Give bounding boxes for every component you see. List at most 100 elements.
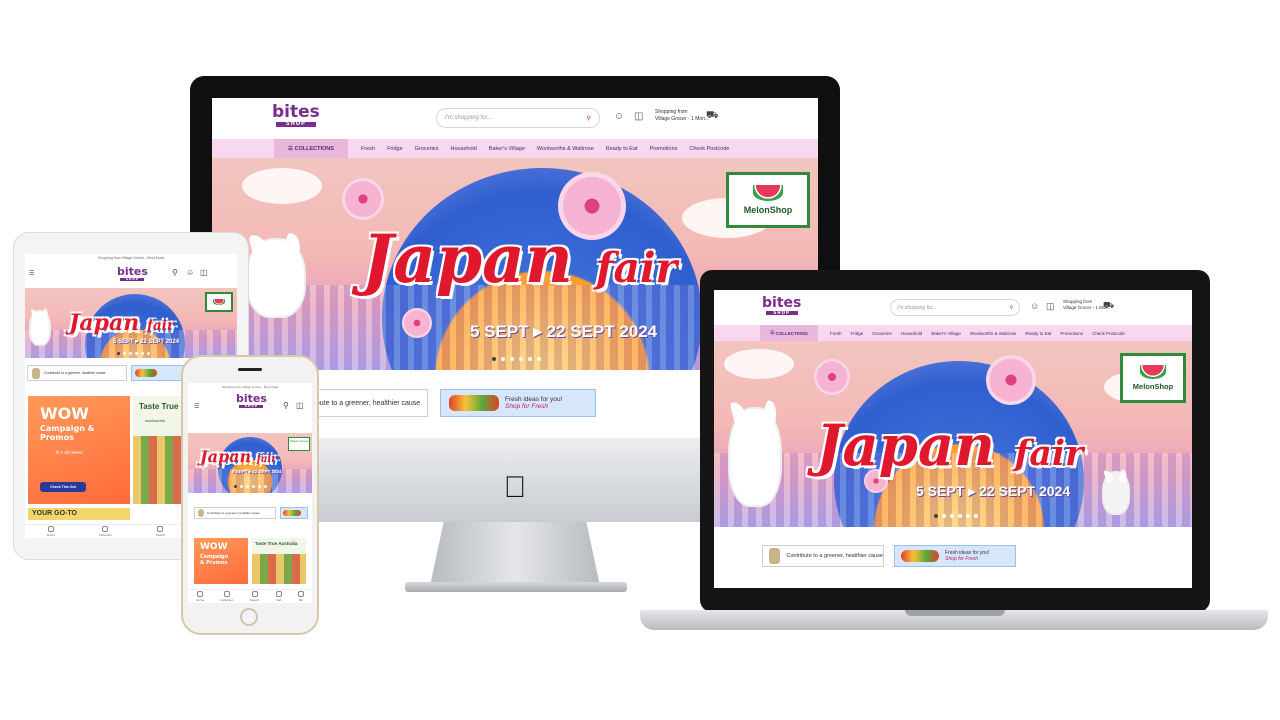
shop-for-fresh-link[interactable]: Shop for Fresh <box>505 403 562 410</box>
tab-search[interactable]: Search <box>250 591 259 602</box>
search-icon[interactable]: ⚲ <box>587 115 591 122</box>
menu-icon[interactable]: ☰ <box>194 403 199 410</box>
green-cause-banner[interactable]: Contribute to a greener, healthier cause <box>194 507 276 519</box>
search-input[interactable]: I'm shopping for... ⚲ <box>890 299 1020 316</box>
nav-item-bakers-village[interactable]: Baker's Village <box>931 331 961 336</box>
nav-item-fresh[interactable]: Fresh <box>830 331 842 336</box>
search-icon <box>251 591 258 597</box>
store-notice-bar: Shopping from Village Grocer - Mont Kiar… <box>221 385 279 389</box>
collections-button[interactable]: ☰ COLLECTIONS <box>760 325 818 341</box>
search-icon[interactable]: ⚲ <box>283 401 289 410</box>
site-header: bites SHOP I'm shopping for... ⚲ ☺ ◫ Sho… <box>212 98 818 138</box>
lucky-cat-graphic <box>246 238 306 318</box>
tab-cart[interactable]: Cart <box>275 591 282 602</box>
nav-item-promotions[interactable]: Promotions <box>1060 331 1083 336</box>
nav-item-bakers-village[interactable]: Baker's Village <box>489 146 525 152</box>
taste-true-card[interactable]: Taste True Australia <box>252 538 306 584</box>
nav-item-household[interactable]: Household <box>901 331 923 336</box>
iphone-speaker <box>238 368 262 371</box>
user-icon[interactable]: ☺ <box>186 268 194 277</box>
nav-item-check-postcode[interactable]: Check Postcode <box>689 146 729 152</box>
tab-search[interactable]: Search <box>155 526 166 537</box>
nav-item-woolworths-waitrose[interactable]: Woolworths & Waitrose <box>537 146 594 152</box>
cart-icon[interactable]: ◫ <box>296 401 304 410</box>
site-logo[interactable]: bites SHOP <box>117 266 148 281</box>
site-logo[interactable]: bites SHOP <box>762 296 801 315</box>
cause-thumbnail <box>769 548 781 564</box>
check-this-out-button[interactable]: Check This Out <box>40 482 86 492</box>
tab-label: Collection <box>98 533 112 537</box>
green-cause-banner[interactable]: Contribute to a greener, healthier cause <box>762 545 884 567</box>
hero-banner[interactable]: Japan fair 5 SEPT ▸ 22 SEPT 2024 <box>25 288 237 358</box>
store-selector[interactable]: Shopping from Village Grocer - 1 Mon... <box>655 109 709 123</box>
campaign-promos-card[interactable]: WOW Campaign & Promos It's all here! Che… <box>28 396 130 504</box>
banner-title: Japan fair <box>200 447 276 466</box>
collections-button[interactable]: ☰ COLLECTIONS <box>274 139 348 158</box>
carousel-dots[interactable] <box>117 352 150 355</box>
fresh-ideas-title: Fresh ideas for you! <box>505 396 563 403</box>
search-icon[interactable]: ⚲ <box>1009 305 1013 311</box>
vegetables-image <box>449 395 499 411</box>
site-logo[interactable]: bites SHOP <box>272 104 320 127</box>
home-icon <box>197 591 204 597</box>
melonshop-badge[interactable]: MelonShop <box>726 172 810 228</box>
nav-item-household[interactable]: Household <box>451 146 477 152</box>
vegetables-image <box>901 550 939 562</box>
nav-item-fridge[interactable]: Fridge <box>387 146 403 152</box>
logo-text: bites <box>272 102 320 122</box>
fresh-ideas-banner[interactable] <box>280 507 308 519</box>
user-icon[interactable]: ☺ <box>1030 301 1039 311</box>
banner-title-japan: Japan <box>200 447 252 466</box>
delivery-truck-icon[interactable]: ⛟ <box>1103 300 1114 312</box>
fresh-ideas-banner[interactable]: Fresh ideas for you! Shop for Fresh <box>440 389 596 417</box>
carousel-dots[interactable] <box>234 485 267 488</box>
melonshop-badge[interactable] <box>205 292 233 312</box>
shopping-from-label: Shopping from <box>1063 299 1093 304</box>
nav-item-fresh[interactable]: Fresh <box>361 146 375 152</box>
shop-for-fresh-link[interactable]: Shop for Fresh <box>945 556 989 562</box>
iphone-home-button[interactable] <box>240 608 258 626</box>
lucky-cat-graphic <box>728 407 782 507</box>
cart-icon[interactable]: ◫ <box>1046 301 1055 312</box>
your-goto-card[interactable]: YOUR GO-TO <box>28 508 130 520</box>
site-header: bites SHOP I'm shopping for... ⚲ ☺ ◫ Sho… <box>714 290 1192 324</box>
tab-home[interactable]: Home <box>47 526 55 537</box>
tab-label: Search <box>155 533 166 537</box>
nav-item-fridge[interactable]: Fridge <box>851 331 864 336</box>
nav-item-groceries[interactable]: Groceries <box>872 331 892 336</box>
nav-item-check-postcode[interactable]: Check Postcode <box>1092 331 1125 336</box>
melonshop-label: MelonShop <box>1132 382 1174 391</box>
hero-banner[interactable]: Japan fair 5 SEPT ▸ 22 SEPT 2024 Village… <box>188 433 312 493</box>
tab-home[interactable]: Home <box>196 591 204 602</box>
wow-text: WOW <box>40 404 89 423</box>
fresh-ideas-banner[interactable]: Fresh ideas for you! Shop for Fresh <box>894 545 1016 567</box>
tab-me[interactable]: Me <box>297 591 304 602</box>
nav-item-ready-to-eat[interactable]: Ready to Eat <box>1025 331 1051 336</box>
search-icon[interactable]: ⚲ <box>172 268 178 277</box>
search-input[interactable]: I'm shopping for... ⚲ <box>436 108 600 128</box>
tab-label: Home <box>196 598 205 602</box>
cart-icon[interactable]: ◫ <box>634 111 643 122</box>
delivery-truck-icon[interactable]: ⛟ <box>706 110 719 123</box>
campaign-promos-card[interactable]: WOW Campaign & Promos <box>194 538 248 584</box>
nav-item-woolworths-waitrose[interactable]: Woolworths & Waitrose <box>970 331 1017 336</box>
carousel-dots[interactable] <box>492 357 541 361</box>
user-icon[interactable]: ☺ <box>614 111 624 122</box>
melonshop-badge[interactable]: MelonShop <box>1120 353 1186 403</box>
store-name: Village Grocer - 1 Mon... <box>655 116 710 122</box>
hero-banner[interactable]: Japan fair 5 SEPT ▸ 22 SEPT 2024 MelonSh… <box>714 341 1192 527</box>
tab-collection[interactable]: Collection <box>220 591 234 602</box>
store-notice-bar: Shopping from Village Grocer - Mont Kiar… <box>98 256 164 260</box>
menu-icon[interactable]: ☰ <box>29 270 34 277</box>
nav-item-groceries[interactable]: Groceries <box>415 146 439 152</box>
partner-badge[interactable]: Village Grocer <box>288 437 310 451</box>
cart-icon[interactable]: ◫ <box>200 268 208 277</box>
green-cause-banner[interactable]: Contribute to a greener, healthier cause <box>27 365 127 381</box>
green-cause-text: Contribute to a greener, healthier cause <box>786 553 883 559</box>
green-cause-text: ribute to a greener, healthier cause <box>312 399 421 407</box>
nav-item-ready-to-eat[interactable]: Ready to Eat <box>606 146 638 152</box>
tab-collection[interactable]: Collection <box>99 526 112 537</box>
nav-item-promotions[interactable]: Promotions <box>650 146 678 152</box>
site-logo[interactable]: bites SHOP <box>236 393 267 408</box>
carousel-dots[interactable] <box>934 514 978 518</box>
